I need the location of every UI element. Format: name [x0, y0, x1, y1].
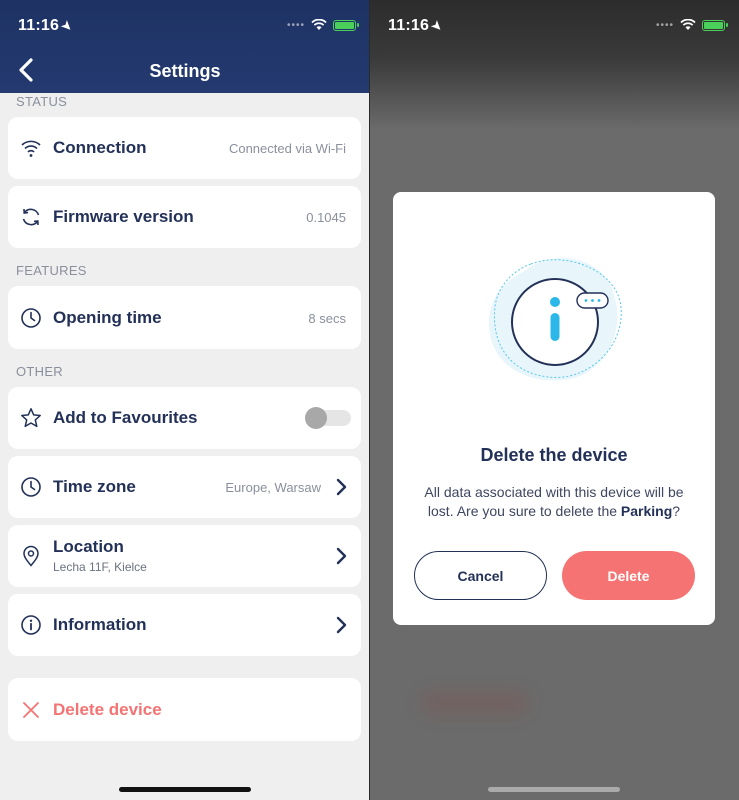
connection-label: Connection — [53, 138, 147, 157]
firmware-label: Firmware version — [53, 207, 194, 226]
page-title: Settings — [149, 61, 221, 81]
opening-time-row[interactable]: Opening time 8 secs — [8, 286, 361, 349]
info-icon — [21, 615, 41, 635]
status-time-text: 11:16 — [18, 17, 60, 34]
connection-row[interactable]: Connection Connected via Wi-Fi — [8, 117, 361, 179]
signal-dots-icon: •••• — [655, 19, 674, 31]
chevron-right-icon — [336, 547, 347, 565]
location-arrow-icon: ➤ — [428, 17, 446, 35]
home-indicator[interactable] — [488, 787, 620, 792]
dialog-message-suffix: ? — [672, 503, 681, 519]
cancel-button[interactable]: Cancel — [414, 551, 547, 600]
time-zone-value: Europe, Warsaw — [225, 480, 321, 495]
delete-dialog: Delete the device All data associated wi… — [393, 192, 715, 625]
signal-dots-icon: •••• — [286, 19, 305, 31]
dialog-device-name: Parking — [620, 503, 673, 519]
battery-icon — [702, 19, 728, 31]
opening-time-label: Opening time — [53, 308, 162, 327]
refresh-icon — [22, 208, 40, 226]
home-indicator[interactable] — [119, 787, 251, 792]
location-value: Lecha 11F, Kielce — [53, 560, 147, 574]
info-illustration-icon — [488, 258, 622, 381]
dimmed-delete-row — [420, 690, 530, 716]
status-time-text: 11:16 — [388, 17, 430, 34]
chevron-right-icon — [336, 616, 347, 634]
status-icons: •••• — [286, 19, 359, 31]
time-zone-label: Time zone — [53, 477, 136, 496]
delete-device-label: Delete device — [53, 700, 162, 719]
chevron-right-icon — [336, 478, 347, 496]
favourites-toggle[interactable] — [305, 407, 351, 429]
nav-header: 11:16➤ •••• Settings — [0, 0, 370, 93]
wifi-icon — [21, 140, 41, 157]
close-x-icon — [23, 702, 39, 718]
status-icons: •••• — [655, 19, 728, 31]
favourites-label: Add to Favourites — [53, 408, 198, 427]
section-other-label: OTHER — [16, 364, 63, 379]
favourites-row: Add to Favourites — [8, 387, 361, 449]
toggle-knob — [305, 407, 327, 429]
delete-device-row[interactable]: Delete device — [8, 678, 361, 741]
wifi-icon — [311, 19, 327, 30]
status-bar: 11:16➤ •••• — [0, 0, 370, 50]
clock-icon — [21, 477, 41, 497]
dialog-message: All data associated with this device wil… — [411, 483, 697, 521]
section-features-label: FEATURES — [16, 263, 87, 278]
information-row[interactable]: Information — [8, 594, 361, 656]
wifi-icon — [680, 19, 696, 30]
battery-icon — [333, 19, 359, 31]
settings-screen: 11:16➤ •••• Settings STATUS Connection C… — [0, 0, 370, 800]
status-time: 11:16➤ — [18, 17, 76, 35]
pin-icon — [23, 545, 39, 567]
connection-value: Connected via Wi-Fi — [228, 141, 346, 156]
location-row[interactable]: Location Lecha 11F, Kielce — [8, 525, 361, 587]
delete-dialog-screen: 11:16➤ •••• Delete the device All data a… — [370, 0, 739, 800]
firmware-value: 0.1045 — [306, 210, 346, 225]
location-label: Location — [53, 537, 124, 556]
dialog-title: Delete the device — [480, 445, 628, 465]
status-time: 11:16➤ — [388, 17, 446, 35]
information-label: Information — [53, 615, 147, 634]
clock-icon — [21, 308, 41, 328]
firmware-row[interactable]: Firmware version 0.1045 — [8, 186, 361, 248]
opening-time-value: 8 secs — [308, 311, 346, 326]
status-bar: 11:16➤ •••• — [370, 0, 739, 50]
delete-button[interactable]: Delete — [562, 551, 695, 600]
star-icon — [21, 408, 41, 428]
section-status-label: STATUS — [16, 94, 68, 109]
location-arrow-icon: ➤ — [58, 17, 76, 35]
time-zone-row[interactable]: Time zone Europe, Warsaw — [8, 456, 361, 518]
